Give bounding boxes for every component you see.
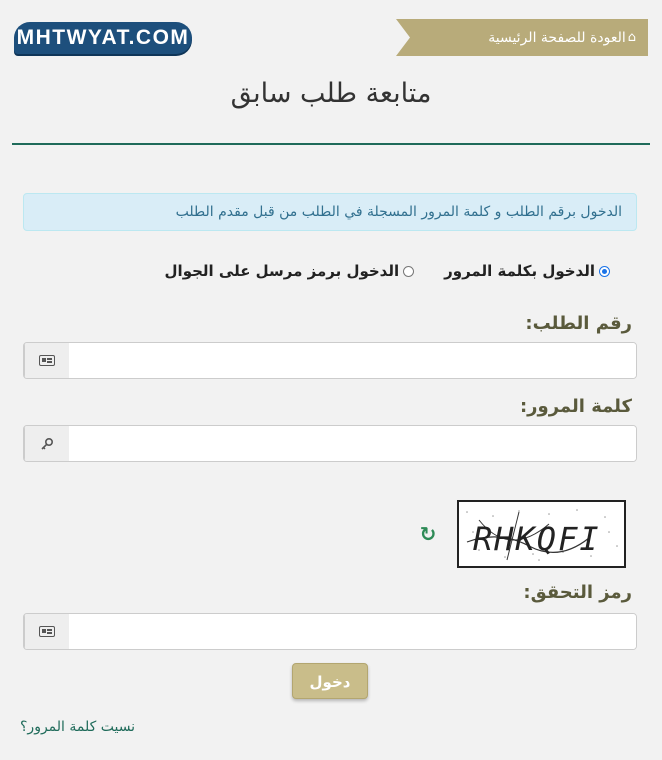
password-group: [23, 425, 637, 462]
login-mode-sms-radio[interactable]: [403, 265, 415, 277]
home-icon: ⌂: [627, 30, 636, 45]
back-to-home-label: العودة للصفحة الرئيسية: [488, 29, 626, 46]
captcha-input[interactable]: [69, 614, 636, 649]
id-card-icon: [24, 614, 69, 649]
request-number-input[interactable]: [69, 343, 636, 378]
site-logo[interactable]: MHTWYAT.COM: [14, 22, 192, 54]
login-mode-password-radio[interactable]: [599, 265, 610, 277]
captcha-label: رمز التحقق:: [523, 582, 632, 603]
login-mode-group: الدخول بكلمة المرور الدخول برمز مرسل على…: [165, 262, 610, 280]
login-mode-sms-label: الدخول برمز مرسل على الجوال: [164, 262, 400, 280]
page-title: متابعة طلب سابق: [230, 78, 432, 109]
password-label: كلمة المرور:: [519, 396, 632, 417]
login-mode-password-label: الدخول بكلمة المرور: [444, 262, 595, 280]
captcha-group: [23, 613, 637, 650]
info-alert: الدخول برقم الطلب و كلمة المرور المسجلة …: [23, 193, 637, 231]
request-number-label: رقم الطلب:: [525, 313, 632, 334]
captcha-image: RHKQFI: [457, 500, 626, 568]
password-input[interactable]: [69, 426, 636, 461]
request-number-group: [23, 342, 637, 379]
key-icon: [24, 426, 69, 461]
login-mode-password-option[interactable]: الدخول بكلمة المرور: [444, 262, 610, 280]
captcha-text: RHKQFI: [473, 520, 601, 558]
back-to-home-link[interactable]: ⌂ العودة للصفحة الرئيسية: [396, 19, 648, 56]
login-mode-sms-option[interactable]: الدخول برمز مرسل على الجوال: [165, 262, 415, 280]
title-divider: [12, 143, 650, 145]
login-button[interactable]: دخول: [292, 663, 368, 699]
id-card-icon: [24, 343, 69, 378]
forgot-password-link[interactable]: نسيت كلمة المرور؟: [20, 719, 135, 735]
refresh-captcha-icon[interactable]: ↻: [418, 524, 438, 544]
